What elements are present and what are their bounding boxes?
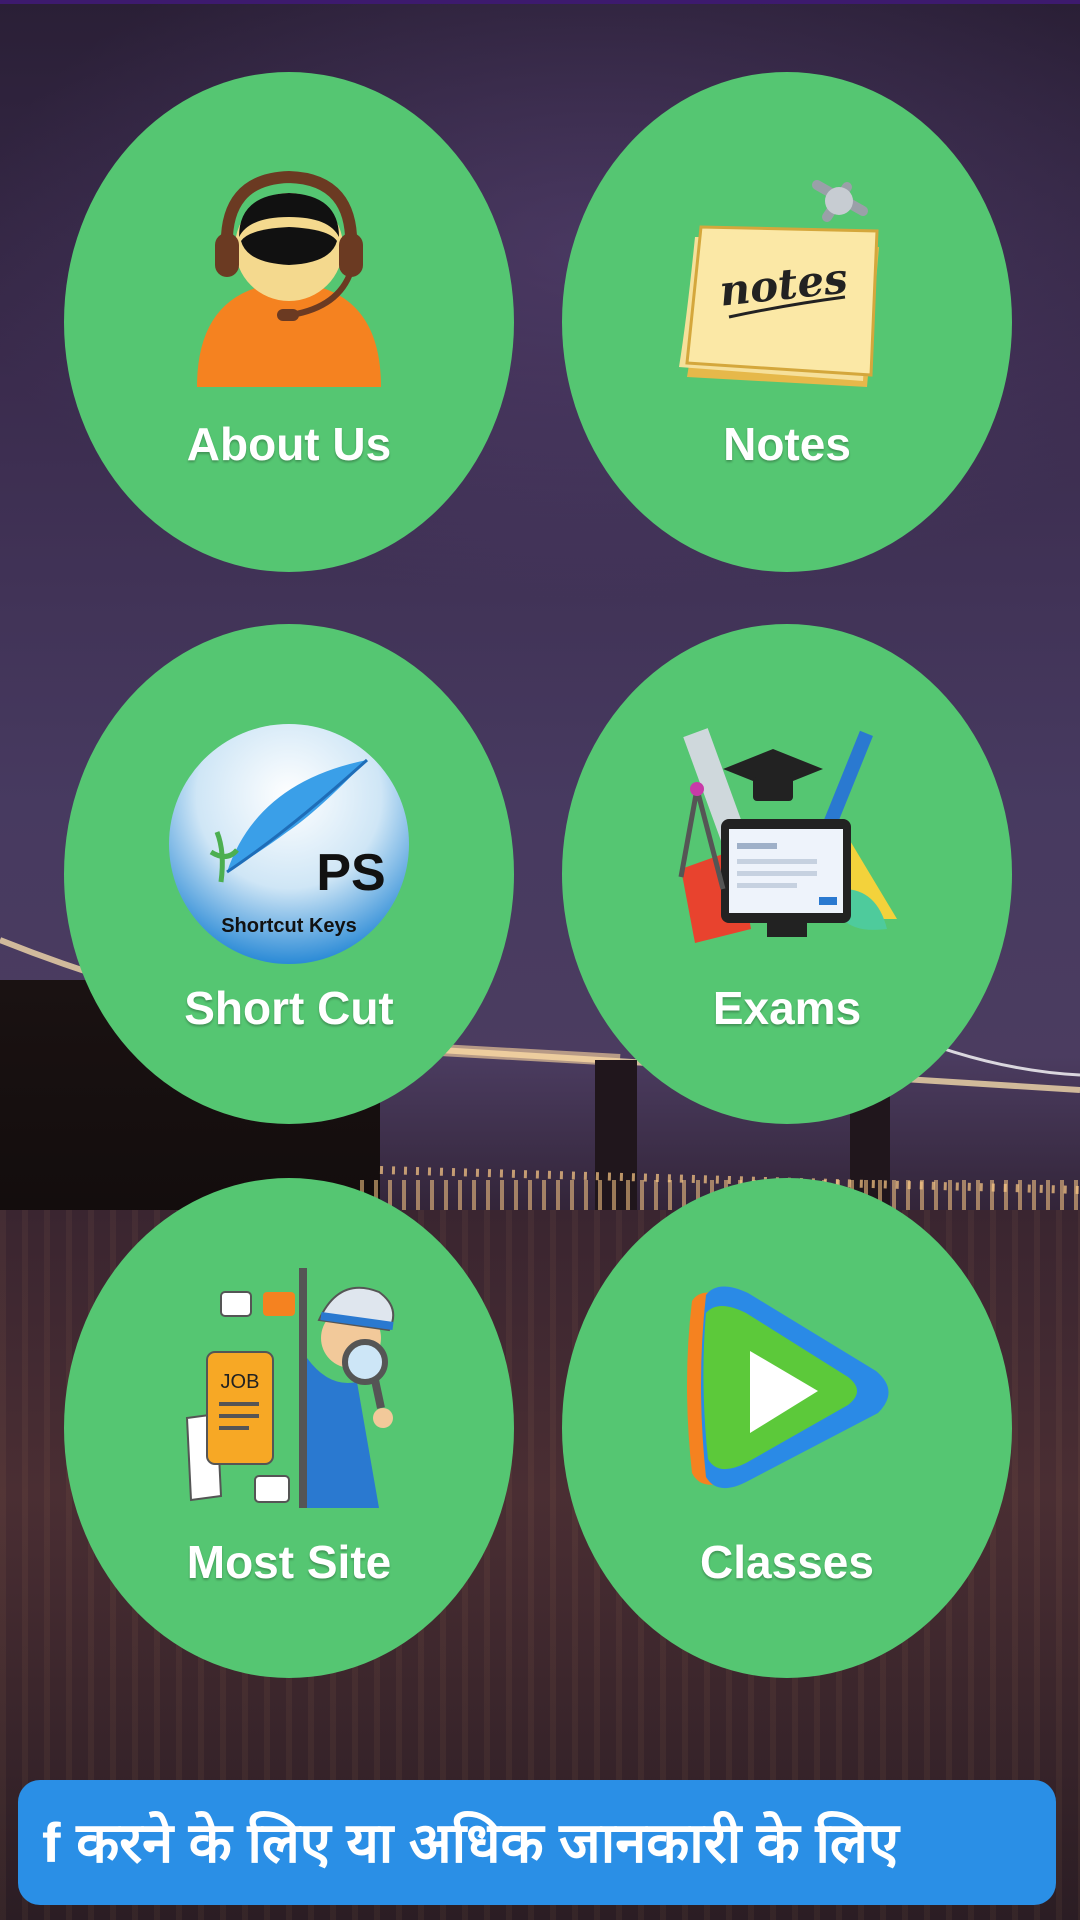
- about-us-label: About Us: [186, 418, 392, 470]
- notes-pad-icon: notes: [667, 167, 897, 397]
- video-play-icon: [662, 1273, 902, 1503]
- job-search-detective-icon: JOB: [169, 1268, 409, 1508]
- marquee-text: f करने के लिए या अधिक जानकारी के लिए: [42, 1811, 899, 1874]
- notes-button[interactable]: notes Notes: [562, 72, 1012, 572]
- shortcut-keys-text: Shortcut Keys: [221, 915, 357, 937]
- status-strip: [0, 0, 1080, 4]
- support-agent-icon: [179, 167, 399, 387]
- info-marquee-banner[interactable]: f करने के लिए या अधिक जानकारी के लिए: [18, 1780, 1056, 1905]
- short-cut-label: Short Cut: [184, 982, 394, 1034]
- classes-label: Classes: [700, 1536, 874, 1588]
- notes-label: Notes: [723, 418, 851, 470]
- ps-logo-text: PS: [316, 844, 385, 902]
- most-site-button[interactable]: JOB Most Site: [64, 1178, 514, 1678]
- ps-shortcut-keys-icon: PS Shortcut Keys: [167, 722, 411, 966]
- most-site-label: Most Site: [186, 1536, 392, 1588]
- job-card-text: JOB: [221, 1371, 260, 1393]
- about-us-button[interactable]: About Us: [64, 72, 514, 572]
- exams-button[interactable]: Exams: [562, 624, 1012, 1124]
- short-cut-button[interactable]: PS Shortcut Keys Short Cut: [64, 624, 514, 1124]
- exams-label: Exams: [712, 982, 862, 1034]
- classes-button[interactable]: Classes: [562, 1178, 1012, 1678]
- exam-education-icon: [667, 719, 907, 959]
